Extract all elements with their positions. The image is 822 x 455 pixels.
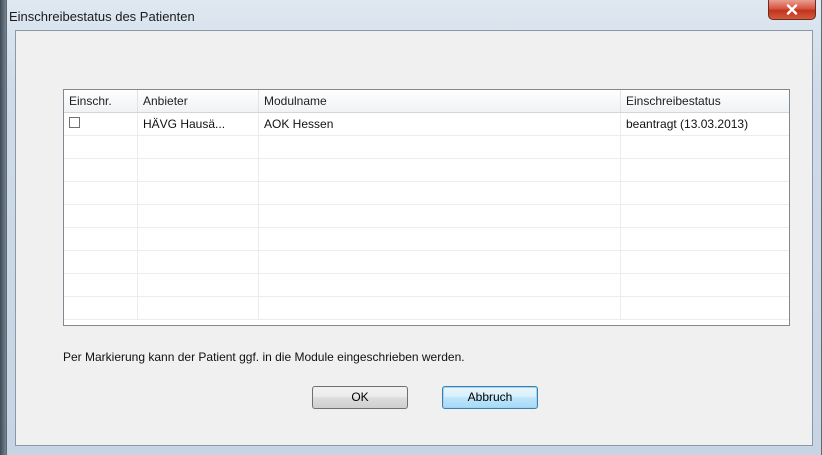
cell-modulname: AOK Hessen — [259, 113, 621, 135]
empty-cell — [138, 228, 259, 250]
empty-row — [64, 297, 789, 320]
dialog-window: Einschreibestatus des Patienten Einschr.… — [6, 0, 822, 455]
empty-cell — [64, 136, 138, 158]
cell-einschreibestatus: beantragt (13.03.2013) — [621, 113, 789, 135]
column-header-anbieter[interactable]: Anbieter — [138, 90, 259, 112]
empty-cell — [259, 205, 621, 227]
listview-header: Einschr. Anbieter Modulname Einschreibes… — [64, 90, 789, 113]
empty-cell — [64, 297, 138, 319]
empty-cell — [259, 136, 621, 158]
empty-cell — [259, 251, 621, 273]
empty-cell — [621, 159, 789, 181]
empty-cell — [138, 274, 259, 296]
ok-button[interactable]: OK — [312, 386, 408, 409]
empty-cell — [259, 274, 621, 296]
module-listview[interactable]: Einschr. Anbieter Modulname Einschreibes… — [63, 89, 790, 326]
empty-cell — [621, 228, 789, 250]
empty-cell — [621, 274, 789, 296]
empty-cell — [64, 274, 138, 296]
empty-cell — [64, 205, 138, 227]
empty-cell — [138, 251, 259, 273]
empty-cell — [64, 159, 138, 181]
empty-cell — [138, 182, 259, 204]
dialog-client-area: Einschr. Anbieter Modulname Einschreibes… — [15, 30, 813, 446]
empty-cell — [138, 205, 259, 227]
empty-cell — [64, 251, 138, 273]
empty-cell — [259, 182, 621, 204]
cancel-button[interactable]: Abbruch — [442, 386, 538, 409]
empty-row — [64, 274, 789, 297]
title-bar[interactable]: Einschreibestatus des Patienten — [7, 0, 821, 30]
empty-cell — [621, 251, 789, 273]
close-button[interactable] — [768, 0, 816, 20]
column-header-modulname[interactable]: Modulname — [259, 90, 621, 112]
close-icon — [786, 4, 798, 15]
window-title: Einschreibestatus des Patienten — [9, 9, 195, 24]
empty-cell — [621, 182, 789, 204]
enroll-checkbox-cell — [64, 113, 138, 135]
cell-anbieter: HÄVG Hausä... — [138, 113, 259, 135]
empty-cell — [621, 297, 789, 319]
table-row[interactable]: HÄVG Hausä... AOK Hessen beantragt (13.0… — [64, 113, 789, 136]
empty-row — [64, 251, 789, 274]
empty-cell — [64, 228, 138, 250]
empty-cell — [64, 182, 138, 204]
empty-cell — [138, 159, 259, 181]
empty-cell — [259, 228, 621, 250]
empty-cell — [259, 297, 621, 319]
empty-cell — [138, 297, 259, 319]
empty-cell — [621, 205, 789, 227]
empty-cell — [138, 136, 259, 158]
empty-row — [64, 159, 789, 182]
empty-cell — [259, 159, 621, 181]
empty-cell — [621, 136, 789, 158]
enroll-checkbox[interactable] — [69, 117, 80, 128]
empty-row — [64, 228, 789, 251]
empty-row — [64, 136, 789, 159]
hint-text: Per Markierung kann der Patient ggf. in … — [63, 350, 465, 364]
empty-row — [64, 205, 789, 228]
column-header-einschreibestatus[interactable]: Einschreibestatus — [621, 90, 789, 112]
empty-row — [64, 182, 789, 205]
column-header-einschr[interactable]: Einschr. — [64, 90, 138, 112]
